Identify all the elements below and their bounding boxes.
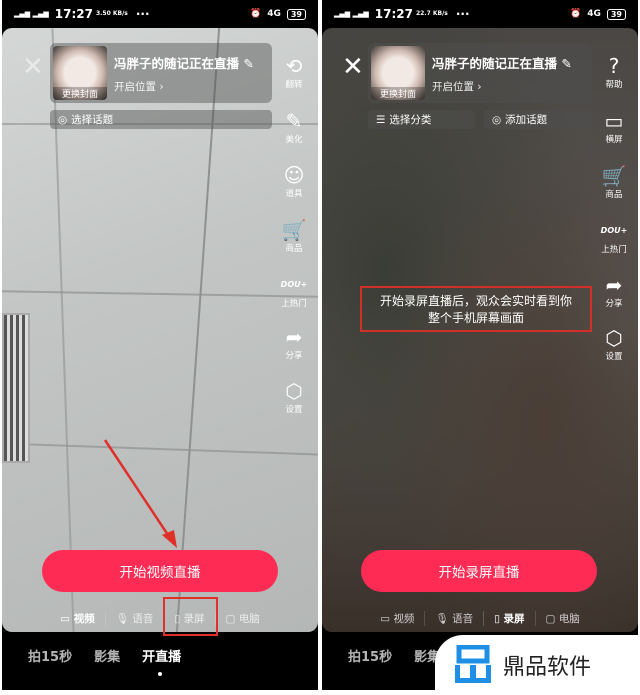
mode-icon: 🎙 bbox=[435, 613, 453, 625]
signal-icon: ▂▄▆ ▂▄▆ bbox=[334, 10, 369, 18]
bottom-tab-影集[interactable]: 影集 bbox=[94, 646, 120, 665]
brand-logo-icon bbox=[455, 645, 491, 683]
mode-icon: ▢ bbox=[545, 613, 559, 625]
side-button-商品[interactable]: 🛒 商品 bbox=[594, 165, 634, 200]
start-screen-live-button[interactable]: 开始录屏直播 bbox=[361, 550, 597, 592]
live-info-card: 更换封面 冯胖子的随记正在直播 ✎ 开启位置 › bbox=[368, 43, 592, 103]
live-title[interactable]: 冯胖子的随记正在直播 ✎ bbox=[432, 53, 572, 72]
watermark-logo: 鼎品软件 bbox=[435, 635, 640, 695]
bottom-tabs: 拍15秒 影集 bbox=[348, 646, 440, 665]
net-speed: 22.7 KB/s bbox=[415, 10, 448, 17]
settings-icon: ⬡ bbox=[605, 326, 623, 350]
side-button-label: 设置 bbox=[605, 352, 623, 362]
cover-image[interactable]: 更换封面 bbox=[371, 46, 425, 100]
landscape-icon: ▭ bbox=[604, 109, 624, 133]
mode-icon: ▭ bbox=[380, 613, 394, 625]
mode-icon: ▢ bbox=[225, 613, 239, 625]
highlight-box bbox=[163, 597, 218, 636]
active-tab-indicator bbox=[158, 672, 162, 676]
bottom-tab-拍15秒[interactable]: 拍15秒 bbox=[28, 646, 72, 665]
mode-tab-录屏[interactable]: ▯ 录屏 bbox=[483, 611, 534, 626]
side-button-设置[interactable]: ⬡ 设置 bbox=[594, 327, 634, 362]
more-dots-icon: ··· bbox=[455, 7, 470, 21]
mode-tab-电脑[interactable]: ▢ 电脑 bbox=[214, 611, 270, 626]
category-select-button[interactable]: ☰ 选择分类 bbox=[368, 110, 475, 129]
status-time: 17:27 bbox=[374, 7, 413, 21]
side-button-上热门[interactable]: DOU+ 上热门 bbox=[594, 220, 634, 255]
close-icon[interactable]: ✕ bbox=[342, 54, 364, 80]
share-icon: ➦ bbox=[605, 273, 623, 297]
mode-icon: ▭ bbox=[60, 613, 74, 625]
topic-icon: ◎ bbox=[492, 113, 502, 126]
side-button-label: 上热门 bbox=[601, 245, 627, 255]
screen-record-tip: 开始录屏直播后，观众会实时看到你 整个手机屏幕画面 bbox=[360, 286, 592, 332]
mode-tab-电脑[interactable]: ▢ 电脑 bbox=[534, 611, 590, 626]
mode-tab-语音[interactable]: 🎙 语音 bbox=[104, 611, 164, 626]
list-icon: ☰ bbox=[376, 113, 386, 126]
side-button-label: 商品 bbox=[605, 190, 623, 200]
alarm-icon: ⏰ bbox=[569, 9, 582, 19]
phone-screen-video-live: ▂▄▆ ▂▄▆ 17:27 3.50 KB/s ··· ⏰ 4G 39 ✕ 更换封面… bbox=[2, 0, 318, 690]
mode-tab-视频[interactable]: ▭ 视频 bbox=[370, 611, 424, 626]
side-button-label: 帮助 bbox=[605, 80, 623, 90]
mode-tab-视频[interactable]: ▭ 视频 bbox=[50, 611, 105, 626]
side-button-横屏[interactable]: ▭ 横屏 bbox=[594, 110, 634, 145]
mode-icon: 🎙 bbox=[115, 613, 133, 625]
side-button-帮助[interactable]: ? 帮助 bbox=[594, 55, 634, 90]
live-mode-tabs: ▭ 视频 🎙 语音 ▯ 录屏 ▢ 电脑 bbox=[2, 611, 318, 626]
edit-pencil-icon[interactable]: ✎ bbox=[561, 56, 571, 71]
watermark-text: 鼎品软件 bbox=[503, 655, 592, 680]
dou-plus-icon: DOU+ bbox=[600, 226, 628, 235]
side-button-label: 横屏 bbox=[605, 135, 623, 145]
live-mode-tabs: ▭ 视频 🎙 语音 ▯ 录屏 ▢ 电脑 bbox=[322, 611, 638, 626]
side-button-分享[interactable]: ➦ 分享 bbox=[594, 274, 634, 309]
network-type: 4G bbox=[587, 9, 601, 19]
bottom-tabs: 拍15秒 影集 开直播 bbox=[28, 646, 181, 665]
location-toggle[interactable]: 开启位置 › bbox=[432, 79, 482, 94]
cart-icon: 🛒 bbox=[601, 164, 627, 188]
mode-icon: ▯ bbox=[494, 613, 504, 625]
mode-tab-语音[interactable]: 🎙 语音 bbox=[424, 611, 483, 626]
side-button-label: 分享 bbox=[605, 299, 623, 309]
add-topic-button[interactable]: ◎ 添加话题 bbox=[484, 110, 592, 129]
status-bar: ▂▄▆ ▂▄▆ 17:27 22.7 KB/s ··· ⏰ 4G 39 bbox=[322, 0, 638, 28]
bottom-tab-开直播[interactable]: 开直播 bbox=[142, 646, 181, 665]
help-icon: ? bbox=[608, 54, 620, 78]
start-video-live-button[interactable]: 开始视频直播 bbox=[42, 550, 278, 592]
phone-screen-screen-record-live: ▂▄▆ ▂▄▆ 17:27 22.7 KB/s ··· ⏰ 4G 39 ✕ 更换封面… bbox=[322, 0, 638, 690]
bottom-tab-拍15秒[interactable]: 拍15秒 bbox=[348, 646, 392, 665]
battery-icon: 39 bbox=[606, 8, 626, 20]
